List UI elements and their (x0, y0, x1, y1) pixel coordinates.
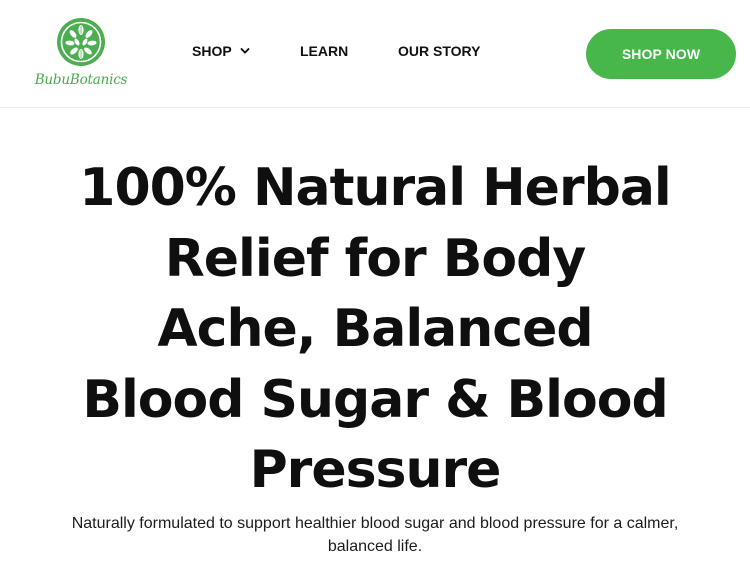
nav-item-shop[interactable]: SHOP (192, 42, 250, 60)
hero-title-line: Ache, Balanced (157, 299, 593, 359)
nav-item-label: LEARN (300, 43, 349, 59)
leaf-wreath-icon (57, 18, 105, 66)
nav-item-label: OUR STORY (398, 43, 481, 59)
hero-title: 100% Natural Herbal Relief for Body Ache… (40, 153, 710, 506)
hero-title-line: Blood Sugar & Blood (82, 369, 668, 430)
nav-item-learn[interactable]: LEARN (300, 42, 348, 60)
nav-item-label: SHOP (192, 43, 232, 59)
chevron-down-icon (240, 48, 250, 54)
hero-title-line: Relief for Body (164, 228, 587, 289)
hero-title-line: Pressure (249, 440, 502, 500)
shop-now-button[interactable]: SHOP NOW (586, 29, 736, 79)
brand-name: BubuBotanics (34, 72, 128, 88)
nav-item-our-story[interactable]: OUR STORY (398, 42, 480, 60)
hero-title-line: 100% Natural Herbal (79, 158, 671, 218)
brand-logo[interactable]: BubuBotanics (33, 15, 129, 95)
hero-subtitle: Naturally formulated to support healthie… (71, 515, 679, 555)
site-header: BubuBotanics SHOP LEARN OUR STORY SHOP N… (0, 0, 750, 108)
